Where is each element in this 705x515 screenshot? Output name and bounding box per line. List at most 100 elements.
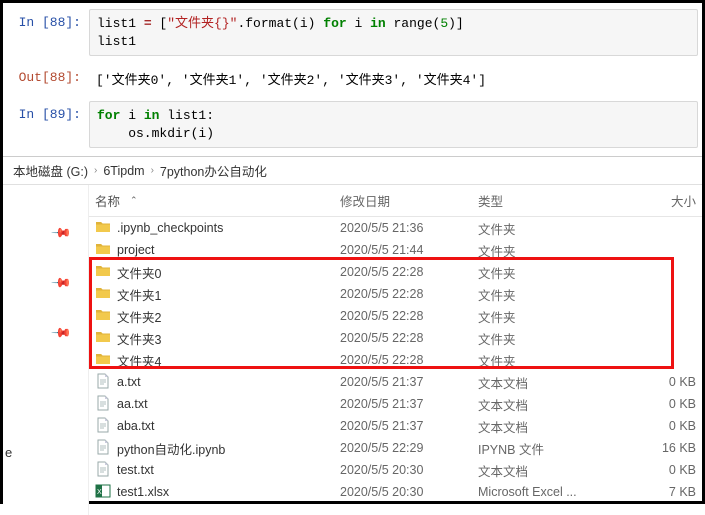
file-row[interactable]: aba.txt 2020/5/5 21:37文本文档0 KB <box>89 415 702 437</box>
output-out-88: ['文件夹0', '文件夹1', '文件夹2', '文件夹3', '文件夹4'] <box>89 64 698 93</box>
file-type: 文件夹 <box>472 329 588 348</box>
chevron-right-icon: › <box>90 165 101 176</box>
file-name: a.txt <box>117 375 141 389</box>
file-row[interactable]: aa.txt 2020/5/5 21:37文本文档0 KB <box>89 393 702 415</box>
sort-caret-icon: ⌃ <box>130 195 138 206</box>
file-date: 2020/5/5 21:44 <box>334 243 472 257</box>
file-type: 文件夹 <box>472 351 588 370</box>
breadcrumb-item[interactable]: 6Tipdm <box>101 164 146 178</box>
xlsx-icon: X <box>95 483 111 502</box>
ipynb-icon <box>95 439 111 458</box>
code-in-88[interactable]: list1 = ["文件夹{}".format(i) for i in rang… <box>89 9 698 56</box>
file-explorer: 本地磁盘 (G:)›6Tipdm›7python办公自动化 📌 📌 📌 e 名称… <box>3 156 702 515</box>
pin-icon[interactable]: 📌 <box>50 322 73 345</box>
file-name: 文件夹3 <box>117 329 161 348</box>
file-name: aa.txt <box>117 397 148 411</box>
file-type: 文件夹 <box>472 285 588 304</box>
file-date: 2020/5/5 21:37 <box>334 419 472 433</box>
file-date: 2020/5/5 20:30 <box>334 485 472 499</box>
breadcrumb-item[interactable]: 本地磁盘 (G:) <box>11 161 90 180</box>
file-date: 2020/5/5 20:30 <box>334 463 472 477</box>
file-row[interactable]: 文件夹2 2020/5/5 22:28文件夹 <box>89 305 702 327</box>
file-date: 2020/5/5 22:28 <box>334 353 472 367</box>
file-name: .ipynb_checkpoints <box>117 221 223 235</box>
file-row[interactable]: 文件夹3 2020/5/5 22:28文件夹 <box>89 327 702 349</box>
col-date-label[interactable]: 修改日期 <box>334 191 472 210</box>
folder-icon <box>95 219 111 238</box>
file-type: 文件夹 <box>472 307 588 326</box>
file-name: 文件夹2 <box>117 307 161 326</box>
breadcrumb-item[interactable]: 7python办公自动化 <box>158 161 269 180</box>
file-size: 0 KB <box>588 397 702 411</box>
file-name: test.txt <box>117 463 154 477</box>
file-date: 2020/5/5 22:28 <box>334 287 472 301</box>
breadcrumb[interactable]: 本地磁盘 (G:)›6Tipdm›7python办公自动化 <box>3 157 702 185</box>
file-type: IPYNB 文件 <box>472 439 588 458</box>
code-in-89[interactable]: for i in list1: os.mkdir(i) <box>89 101 698 148</box>
file-date: 2020/5/5 22:28 <box>334 309 472 323</box>
file-list: 名称 ⌃ 修改日期 类型 大小 .ipynb_checkpoints 2020/5/… <box>89 185 702 515</box>
file-type: 文本文档 <box>472 373 588 392</box>
file-type: 文本文档 <box>472 461 588 480</box>
cell-out-88: Out[88]: ['文件夹0', '文件夹1', '文件夹2', '文件夹3'… <box>7 64 698 93</box>
col-type-label[interactable]: 类型 <box>472 191 588 210</box>
file-size: 16 KB <box>588 441 702 455</box>
file-type: 文本文档 <box>472 395 588 414</box>
txt-icon <box>95 395 111 414</box>
file-type: 文本文档 <box>472 417 588 436</box>
folder-icon <box>95 351 111 370</box>
file-row[interactable]: 文件夹1 2020/5/5 22:28文件夹 <box>89 283 702 305</box>
file-row[interactable]: 文件夹4 2020/5/5 22:28文件夹 <box>89 349 702 371</box>
file-name: 文件夹0 <box>117 263 161 282</box>
txt-icon <box>95 461 111 480</box>
file-name: 文件夹1 <box>117 285 161 304</box>
file-date: 2020/5/5 21:37 <box>334 397 472 411</box>
file-size: 0 KB <box>588 419 702 433</box>
col-name-label[interactable]: 名称 <box>95 191 120 210</box>
file-row[interactable]: python自动化.ipynb 2020/5/5 22:29IPYNB 文件16 … <box>89 437 702 459</box>
pin-icon[interactable]: 📌 <box>50 222 73 245</box>
cell-in-88: In [88]: list1 = ["文件夹{}".format(i) for … <box>7 9 698 56</box>
file-row[interactable]: a.txt 2020/5/5 21:37文本文档0 KB <box>89 371 702 393</box>
file-name: project <box>117 243 155 257</box>
prompt-out-88: Out[88]: <box>7 64 89 93</box>
file-date: 2020/5/5 21:36 <box>334 221 472 235</box>
prompt-in-88: In [88]: <box>7 9 89 56</box>
file-name: test1.xlsx <box>117 485 169 499</box>
file-date: 2020/5/5 22:28 <box>334 331 472 345</box>
svg-text:X: X <box>97 489 102 496</box>
file-row[interactable]: 文件夹0 2020/5/5 22:28文件夹 <box>89 261 702 283</box>
folder-icon <box>95 285 111 304</box>
file-type: 文件夹 <box>472 241 588 260</box>
file-date: 2020/5/5 22:28 <box>334 265 472 279</box>
file-date: 2020/5/5 21:37 <box>334 375 472 389</box>
file-size: 0 KB <box>588 463 702 477</box>
prompt-in-89: In [89]: <box>7 101 89 148</box>
folder-icon <box>95 241 111 260</box>
stray-char: e <box>5 445 12 460</box>
file-row[interactable]: project 2020/5/5 21:44文件夹 <box>89 239 702 261</box>
pin-icon[interactable]: 📌 <box>50 272 73 295</box>
file-size: 7 KB <box>588 485 702 499</box>
file-name: aba.txt <box>117 419 155 433</box>
file-row[interactable]: .ipynb_checkpoints 2020/5/5 21:36文件夹 <box>89 217 702 239</box>
txt-icon <box>95 417 111 436</box>
column-headers[interactable]: 名称 ⌃ 修改日期 类型 大小 <box>89 185 702 217</box>
file-row[interactable]: Xtest1.xlsx 2020/5/5 20:30Microsoft Excel… <box>89 481 702 503</box>
file-type: 文件夹 <box>472 219 588 238</box>
explorer-sidebar: 📌 📌 📌 e <box>3 185 89 515</box>
file-name: python自动化.ipynb <box>117 439 225 458</box>
jupyter-notebook: In [88]: list1 = ["文件夹{}".format(i) for … <box>3 3 702 148</box>
file-size: 0 KB <box>588 375 702 389</box>
chevron-right-icon: › <box>147 165 158 176</box>
file-name: 文件夹4 <box>117 351 161 370</box>
folder-icon <box>95 307 111 326</box>
file-type: Microsoft Excel ... <box>472 485 588 499</box>
file-row[interactable]: test.txt 2020/5/5 20:30文本文档0 KB <box>89 459 702 481</box>
col-size-label[interactable]: 大小 <box>588 191 702 210</box>
txt-icon <box>95 373 111 392</box>
file-date: 2020/5/5 22:29 <box>334 441 472 455</box>
cell-in-89: In [89]: for i in list1: os.mkdir(i) <box>7 101 698 148</box>
file-type: 文件夹 <box>472 263 588 282</box>
folder-icon <box>95 329 111 348</box>
